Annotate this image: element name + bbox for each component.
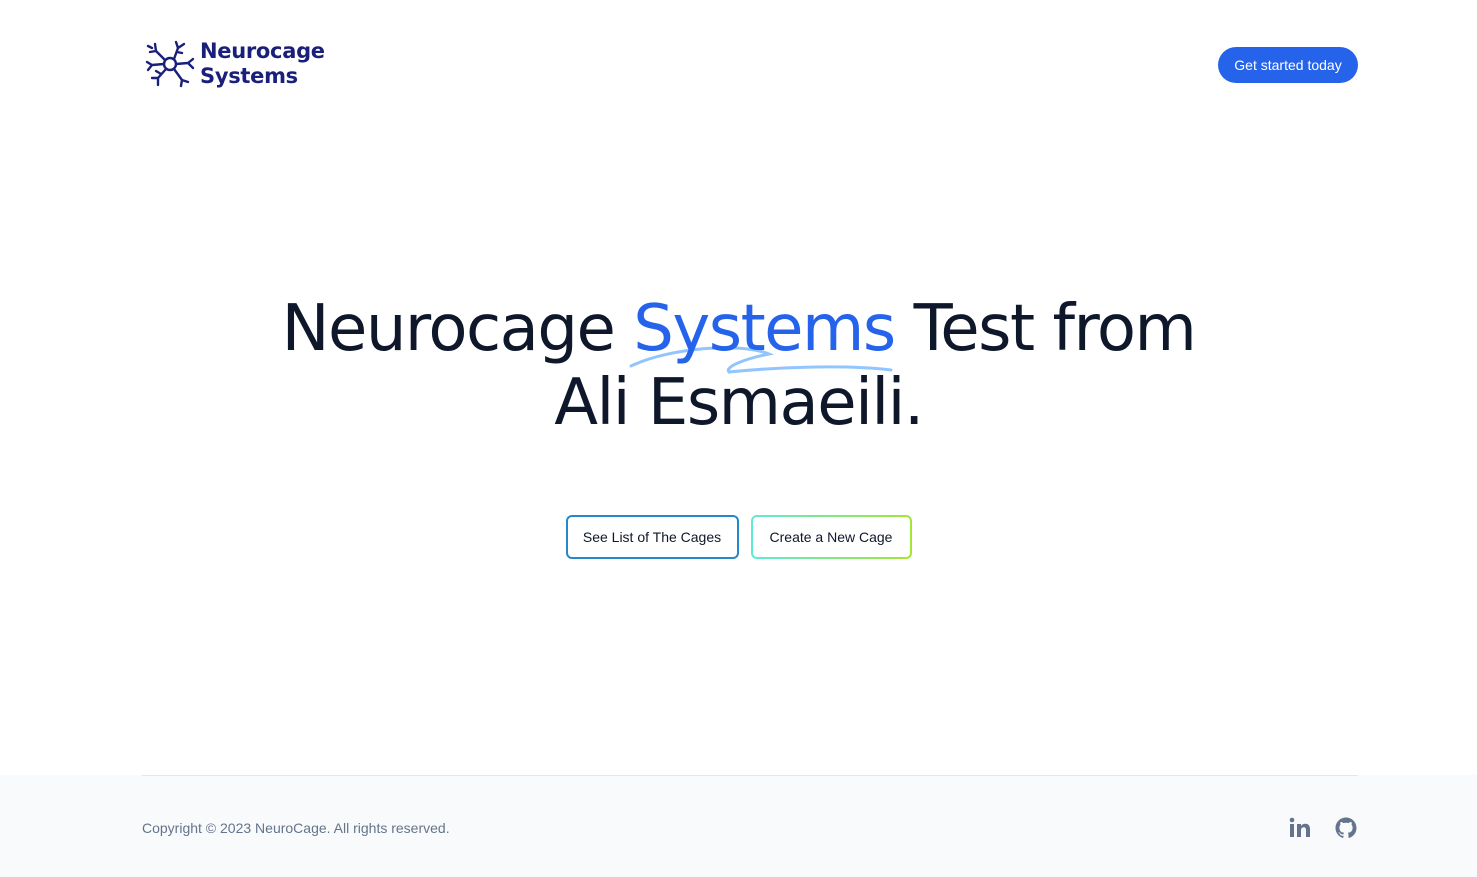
site-header: Neurocage Systems Get started today [0,0,1477,130]
neuron-icon [145,40,195,88]
linkedin-link[interactable] [1288,816,1312,840]
hero-title-part2: Test from [894,292,1197,366]
logo-line-1: Neurocage [200,39,325,63]
get-started-button[interactable]: Get started today [1218,47,1358,83]
see-cages-button[interactable]: See List of The Cages [565,515,739,559]
hero-buttons: See List of The Cages Create a New Cage [0,515,1477,559]
copyright-text: Copyright © 2023 NeuroCage. All rights r… [142,820,450,836]
hero-section: Neurocage Systems Test from Ali Esmaeili… [0,292,1477,559]
footer-divider [142,775,1358,776]
logo-line-2: Systems [200,64,298,88]
hero-title-part1: Neurocage [281,292,634,366]
logo-text: Neurocage Systems [200,39,325,89]
create-cage-button[interactable]: Create a New Cage [751,515,912,559]
hero-title-accent: Systems [629,292,896,374]
github-icon [1335,817,1357,838]
github-link[interactable] [1334,816,1358,840]
hero-title-accent-text: Systems [633,292,896,366]
logo-link[interactable]: Neurocage Systems [144,38,325,90]
hero-title: Neurocage Systems Test from Ali Esmaeili… [0,292,1477,440]
site-footer: Copyright © 2023 NeuroCage. All rights r… [0,775,1477,877]
hero-title-line2: Ali Esmaeili. [554,366,924,440]
linkedin-icon [1289,817,1310,837]
page: Neurocage Systems Get started today Neur… [0,0,1477,877]
